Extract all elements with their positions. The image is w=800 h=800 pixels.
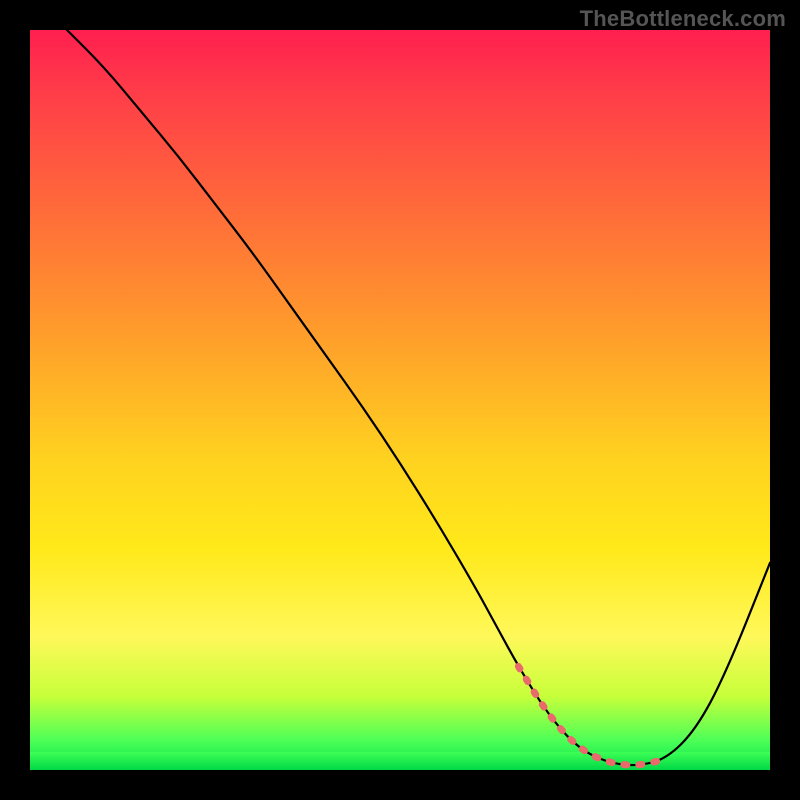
- curve-svg: [30, 30, 770, 770]
- chart-container: TheBottleneck.com: [0, 0, 800, 800]
- watermark-text: TheBottleneck.com: [580, 6, 786, 32]
- bottleneck-curve: [67, 30, 770, 765]
- trough-highlight: [518, 666, 666, 765]
- plot-area: [30, 30, 770, 770]
